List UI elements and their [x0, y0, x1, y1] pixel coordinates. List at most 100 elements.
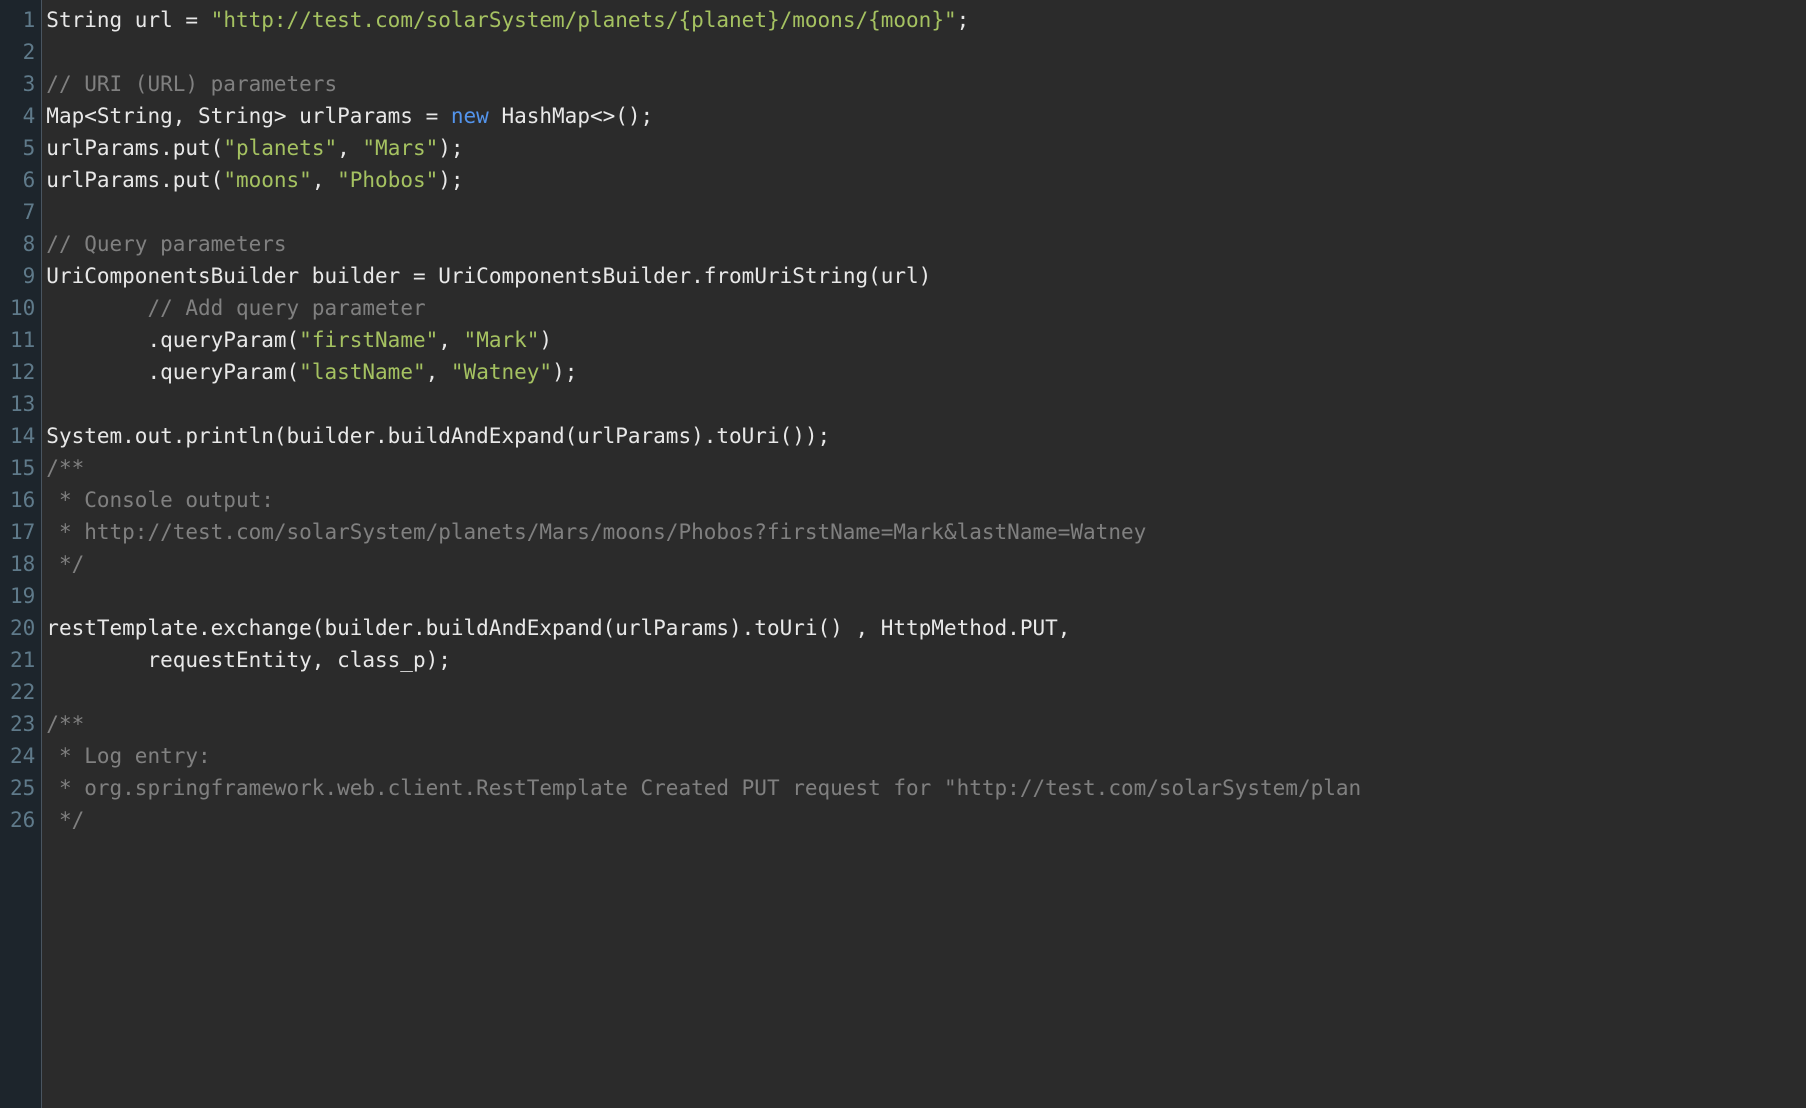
line-number: 17: [10, 516, 35, 548]
code-line[interactable]: * http://test.com/solarSystem/planets/Ma…: [46, 516, 1806, 548]
code-line[interactable]: .queryParam("firstName", "Mark"): [46, 324, 1806, 356]
line-number-gutter: 1234567891011121314151617181920212223242…: [0, 0, 42, 1108]
line-number: 15: [10, 452, 35, 484]
code-line[interactable]: [46, 580, 1806, 612]
code-line[interactable]: * Log entry:: [46, 740, 1806, 772]
code-token: // Query parameters: [46, 232, 286, 256]
code-token: "http://test.com/solarSystem/planets/{pl…: [211, 8, 957, 32]
code-token: "firstName": [299, 328, 438, 352]
line-number: 20: [10, 612, 35, 644]
code-line[interactable]: restTemplate.exchange(builder.buildAndEx…: [46, 612, 1806, 644]
code-line[interactable]: * Console output:: [46, 484, 1806, 516]
code-token: "planets": [223, 136, 337, 160]
line-number: 19: [10, 580, 35, 612]
line-number: 26: [10, 804, 35, 836]
code-token: */: [46, 552, 84, 576]
code-token: UriComponentsBuilder builder: [46, 264, 413, 288]
code-line[interactable]: [46, 676, 1806, 708]
code-token: =: [426, 104, 451, 128]
code-token: * http://test.com/solarSystem/planets/Ma…: [46, 520, 1146, 544]
code-token: // Add query parameter: [147, 296, 425, 320]
line-number: 23: [10, 708, 35, 740]
code-line[interactable]: urlParams.put("planets", "Mars");: [46, 132, 1806, 164]
code-line[interactable]: [46, 196, 1806, 228]
code-line[interactable]: /**: [46, 452, 1806, 484]
line-number: 13: [10, 388, 35, 420]
line-number: 10: [10, 292, 35, 324]
code-token: "Mars": [362, 136, 438, 160]
code-token: =: [413, 264, 438, 288]
line-number: 21: [10, 644, 35, 676]
line-number: 8: [10, 228, 35, 260]
code-token: ): [539, 328, 552, 352]
line-number: 14: [10, 420, 35, 452]
code-token: ,: [438, 328, 463, 352]
code-line[interactable]: .queryParam("lastName", "Watney");: [46, 356, 1806, 388]
line-number: 2: [10, 36, 35, 68]
line-number: 6: [10, 164, 35, 196]
line-number: 7: [10, 196, 35, 228]
code-token: System.out.println(builder.buildAndExpan…: [46, 424, 830, 448]
code-token: // URI (URL) parameters: [46, 72, 337, 96]
code-token: /**: [46, 712, 84, 736]
code-token: .queryParam(: [46, 328, 299, 352]
code-token: /**: [46, 456, 84, 480]
line-number: 22: [10, 676, 35, 708]
code-token: UriComponentsBuilder.fromUriString(url): [438, 264, 931, 288]
code-token: );: [438, 136, 463, 160]
code-token: "Watney": [451, 360, 552, 384]
code-line[interactable]: requestEntity, class_p);: [46, 644, 1806, 676]
code-token: "Mark": [464, 328, 540, 352]
code-token: restTemplate.exchange(builder.buildAndEx…: [46, 616, 1070, 640]
code-token: ,: [337, 136, 362, 160]
code-line[interactable]: [46, 36, 1806, 68]
code-token: ,: [312, 168, 337, 192]
line-number: 12: [10, 356, 35, 388]
line-number: 4: [10, 100, 35, 132]
line-number: 1: [10, 4, 35, 36]
code-line[interactable]: [46, 388, 1806, 420]
line-number: 24: [10, 740, 35, 772]
code-line[interactable]: // URI (URL) parameters: [46, 68, 1806, 100]
code-area[interactable]: String url = "http://test.com/solarSyste…: [42, 0, 1806, 1108]
code-token: Map<String, String> urlParams: [46, 104, 425, 128]
code-token: urlParams.put(: [46, 136, 223, 160]
code-token: "moons": [223, 168, 312, 192]
line-number: 3: [10, 68, 35, 100]
code-token: HashMap<>();: [501, 104, 653, 128]
code-line[interactable]: */: [46, 548, 1806, 580]
code-line[interactable]: // Add query parameter: [46, 292, 1806, 324]
code-line[interactable]: UriComponentsBuilder builder = UriCompon…: [46, 260, 1806, 292]
code-token: [46, 296, 147, 320]
code-line[interactable]: * org.springframework.web.client.RestTem…: [46, 772, 1806, 804]
code-token: "Phobos": [337, 168, 438, 192]
code-token: =: [185, 8, 210, 32]
line-number: 18: [10, 548, 35, 580]
code-editor[interactable]: 1234567891011121314151617181920212223242…: [0, 0, 1806, 1108]
code-line[interactable]: // Query parameters: [46, 228, 1806, 260]
code-line[interactable]: System.out.println(builder.buildAndExpan…: [46, 420, 1806, 452]
code-token: ;: [957, 8, 970, 32]
code-line[interactable]: /**: [46, 708, 1806, 740]
line-number: 16: [10, 484, 35, 516]
code-token: urlParams.put(: [46, 168, 223, 192]
code-token: .queryParam(: [46, 360, 299, 384]
code-token: * Console output:: [46, 488, 274, 512]
code-line[interactable]: Map<String, String> urlParams = new Hash…: [46, 100, 1806, 132]
line-number: 25: [10, 772, 35, 804]
code-token: String url: [46, 8, 185, 32]
line-number: 11: [10, 324, 35, 356]
code-token: ,: [426, 360, 451, 384]
code-line[interactable]: String url = "http://test.com/solarSyste…: [46, 4, 1806, 36]
line-number: 9: [10, 260, 35, 292]
line-number: 5: [10, 132, 35, 164]
code-line[interactable]: urlParams.put("moons", "Phobos");: [46, 164, 1806, 196]
code-token: requestEntity, class_p);: [46, 648, 451, 672]
code-token: );: [552, 360, 577, 384]
code-token: "lastName": [299, 360, 425, 384]
code-token: * Log entry:: [46, 744, 210, 768]
code-token: */: [46, 808, 84, 832]
code-token: new: [451, 104, 502, 128]
code-token: );: [438, 168, 463, 192]
code-line[interactable]: */: [46, 804, 1806, 836]
